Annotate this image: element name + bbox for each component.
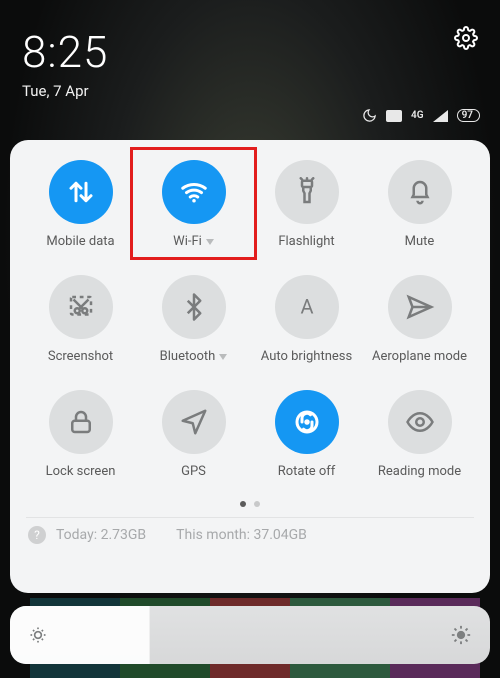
svg-text:A: A <box>300 294 313 318</box>
signal-icon <box>433 110 448 122</box>
tile-auto-bright[interactable]: A Auto brightness <box>252 275 361 364</box>
tile-mute[interactable]: Mute <box>365 160 474 249</box>
dnd-moon-icon <box>362 108 377 123</box>
help-icon: ? <box>28 526 46 544</box>
brightness-slider[interactable] <box>10 606 490 664</box>
tile-label: Mobile data <box>46 234 114 249</box>
settings-gear-icon[interactable] <box>454 26 478 50</box>
clock-date: Tue, 7 Apr <box>0 82 500 100</box>
tile-label: GPS <box>181 464 206 479</box>
bluetooth-icon[interactable] <box>162 275 226 339</box>
tile-reading[interactable]: Reading mode <box>365 390 474 479</box>
gps-icon[interactable] <box>162 390 226 454</box>
tile-flashlight[interactable]: Flashlight <box>252 160 361 249</box>
rotate-icon[interactable] <box>275 390 339 454</box>
brightness-thumb[interactable] <box>10 606 150 664</box>
mute-icon[interactable] <box>388 160 452 224</box>
status-bar: 4G 97 <box>0 100 500 123</box>
tile-label: Lock screen <box>46 464 116 479</box>
data-usage-row[interactable]: ? Today: 2.73GB This month: 37.04GB <box>26 526 474 548</box>
page-indicator <box>26 501 474 507</box>
tile-gps[interactable]: GPS <box>139 390 248 479</box>
battery-icon: 97 <box>457 109 480 122</box>
expand-caret-icon <box>219 354 227 360</box>
usage-month: This month: 37.04GB <box>176 527 307 543</box>
tile-label: Aeroplane mode <box>372 349 467 364</box>
tile-lock[interactable]: Lock screen <box>26 390 135 479</box>
reading-icon[interactable] <box>388 390 452 454</box>
clock-time: 8:25 <box>22 26 108 78</box>
tile-label: Mute <box>405 234 435 249</box>
divider <box>26 517 474 518</box>
airplane-icon[interactable] <box>388 275 452 339</box>
brightness-low-icon <box>28 625 48 645</box>
tile-bluetooth[interactable]: Bluetooth <box>139 275 248 364</box>
network-label: 4G <box>411 110 424 121</box>
auto-bright-icon[interactable]: A <box>275 275 339 339</box>
tile-label: Flashlight <box>278 234 334 249</box>
volte-icon <box>386 110 402 122</box>
tile-airplane[interactable]: Aeroplane mode <box>365 275 474 364</box>
mobile-data-icon[interactable] <box>49 160 113 224</box>
wifi-icon[interactable] <box>162 160 226 224</box>
tile-label: Wi-Fi <box>173 234 214 249</box>
brightness-high-icon <box>450 624 472 646</box>
expand-caret-icon <box>206 239 214 245</box>
quick-settings-panel: Mobile data Wi-Fi Flashlight Mute Screenshot… <box>10 140 490 593</box>
tile-label: Screenshot <box>48 349 113 364</box>
tile-label: Rotate off <box>278 464 336 479</box>
lock-icon[interactable] <box>49 390 113 454</box>
tile-label: Reading mode <box>378 464 461 479</box>
tile-label: Bluetooth <box>160 349 228 364</box>
tile-rotate[interactable]: Rotate off <box>252 390 361 479</box>
tile-label: Auto brightness <box>261 349 352 364</box>
screenshot-icon[interactable] <box>49 275 113 339</box>
tile-screenshot[interactable]: Screenshot <box>26 275 135 364</box>
flashlight-icon[interactable] <box>275 160 339 224</box>
tile-wifi[interactable]: Wi-Fi <box>139 160 248 249</box>
usage-today: Today: 2.73GB <box>56 527 146 543</box>
tile-mobile-data[interactable]: Mobile data <box>26 160 135 249</box>
